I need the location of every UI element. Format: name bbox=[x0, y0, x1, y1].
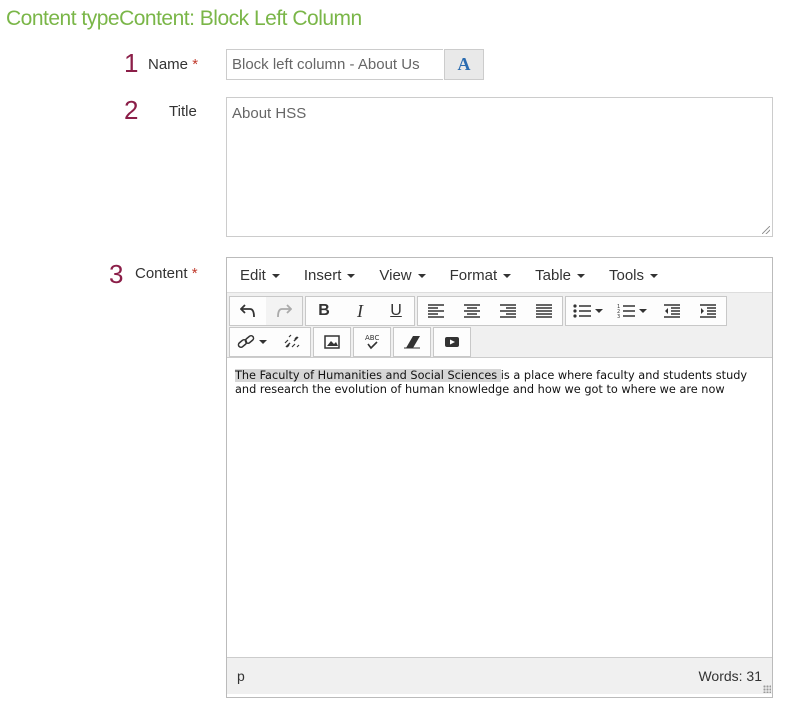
indent-icon bbox=[700, 304, 716, 318]
align-justify-button[interactable] bbox=[526, 297, 562, 325]
editor-content[interactable]: The Faculty of Humanities and Social Sci… bbox=[227, 358, 772, 657]
name-input[interactable] bbox=[226, 49, 443, 80]
image-icon bbox=[324, 335, 340, 349]
bold-button[interactable]: B bbox=[306, 297, 342, 325]
content-label-text: Content bbox=[135, 265, 188, 282]
menu-view-label: View bbox=[379, 266, 412, 284]
spellcheck-button[interactable]: ABC bbox=[354, 328, 390, 356]
menu-insert-label: Insert bbox=[303, 266, 342, 284]
chevron-down-icon bbox=[417, 273, 426, 278]
svg-text:ABC: ABC bbox=[365, 334, 379, 342]
resize-handle[interactable] bbox=[763, 685, 771, 693]
menu-insert[interactable]: Insert bbox=[293, 267, 367, 284]
menu-table-label: Table bbox=[535, 266, 571, 284]
media-icon bbox=[445, 337, 459, 347]
chevron-down-icon bbox=[503, 273, 512, 278]
chevron-down-icon bbox=[271, 273, 280, 278]
step-number-3: 3 bbox=[109, 259, 124, 289]
numbered-list-icon: 123 bbox=[617, 304, 635, 318]
selected-text: The Faculty of Humanities and Social Sci… bbox=[235, 369, 501, 382]
menu-edit-label: Edit bbox=[240, 266, 266, 284]
insert-link-button[interactable] bbox=[230, 328, 274, 356]
element-path[interactable]: p bbox=[237, 668, 245, 684]
title-value: About HSS bbox=[232, 105, 307, 122]
chevron-down-icon bbox=[577, 273, 585, 278]
chevron-down-icon bbox=[595, 309, 603, 313]
page-title: Content typeContent: Block Left Column bbox=[6, 7, 362, 30]
outdent-icon bbox=[664, 304, 680, 318]
step-number-2: 2 bbox=[124, 95, 139, 125]
svg-text:3: 3 bbox=[617, 314, 620, 318]
clear-formatting-icon bbox=[404, 336, 420, 349]
align-left-icon bbox=[428, 304, 444, 318]
indent-button[interactable] bbox=[690, 297, 726, 325]
editor-menubar: Edit Insert View Format Table Tools bbox=[227, 258, 772, 293]
clear-formatting-button[interactable] bbox=[394, 328, 430, 356]
italic-icon: I bbox=[357, 300, 363, 321]
title-textarea[interactable]: About HSS bbox=[226, 97, 773, 237]
required-marker: * bbox=[191, 265, 198, 282]
menu-view[interactable]: View bbox=[368, 267, 436, 284]
redo-icon bbox=[277, 304, 292, 318]
numbered-list-button[interactable]: 123 bbox=[610, 297, 654, 325]
align-center-icon bbox=[464, 304, 480, 318]
undo-icon bbox=[240, 304, 255, 318]
insert-media-button[interactable] bbox=[434, 328, 470, 356]
step-number-1: 1 bbox=[124, 48, 139, 78]
translate-button[interactable]: A bbox=[444, 49, 484, 80]
word-count: Words: 31 bbox=[698, 668, 762, 684]
chevron-down-icon bbox=[639, 309, 647, 313]
chevron-down-icon bbox=[650, 273, 659, 278]
align-justify-icon bbox=[536, 304, 552, 318]
bullet-list-button[interactable] bbox=[566, 297, 610, 325]
title-label: Title bbox=[169, 103, 197, 120]
menu-tools[interactable]: Tools bbox=[598, 267, 669, 284]
bold-icon: B bbox=[318, 302, 330, 319]
underline-icon: U bbox=[390, 302, 402, 319]
required-marker: * bbox=[192, 56, 199, 73]
align-right-button[interactable] bbox=[490, 297, 526, 325]
name-label: Name * bbox=[148, 56, 198, 73]
menu-edit[interactable]: Edit bbox=[229, 267, 291, 284]
bullet-list-icon bbox=[573, 304, 591, 318]
chevron-down-icon bbox=[347, 273, 356, 278]
align-left-button[interactable] bbox=[418, 297, 454, 325]
spellcheck-icon: ABC bbox=[365, 334, 379, 350]
redo-button[interactable] bbox=[266, 297, 302, 325]
align-right-icon bbox=[500, 304, 516, 318]
unlink-icon bbox=[284, 334, 300, 348]
insert-image-button[interactable] bbox=[314, 328, 350, 356]
content-label: Content * bbox=[135, 265, 198, 282]
menu-table[interactable]: Table bbox=[524, 267, 596, 284]
editor-toolbar: B I U 1 2 3 ABC bbox=[227, 293, 772, 358]
align-center-button[interactable] bbox=[454, 297, 490, 325]
link-icon bbox=[237, 334, 255, 349]
menu-format[interactable]: Format bbox=[439, 267, 523, 284]
menu-tools-label: Tools bbox=[609, 266, 645, 284]
resize-handle[interactable] bbox=[762, 226, 770, 234]
undo-button[interactable] bbox=[230, 297, 266, 325]
name-label-text: Name bbox=[148, 56, 189, 73]
italic-button[interactable]: I bbox=[342, 297, 378, 325]
unlink-button[interactable] bbox=[274, 328, 310, 356]
underline-button[interactable]: U bbox=[378, 297, 414, 325]
rich-text-editor: Edit Insert View Format Table Tools B I … bbox=[226, 257, 773, 698]
outdent-button[interactable] bbox=[654, 297, 690, 325]
menu-format-label: Format bbox=[449, 266, 498, 284]
editor-statusbar: p Words: 31 bbox=[227, 657, 772, 694]
chevron-down-icon bbox=[259, 340, 267, 344]
